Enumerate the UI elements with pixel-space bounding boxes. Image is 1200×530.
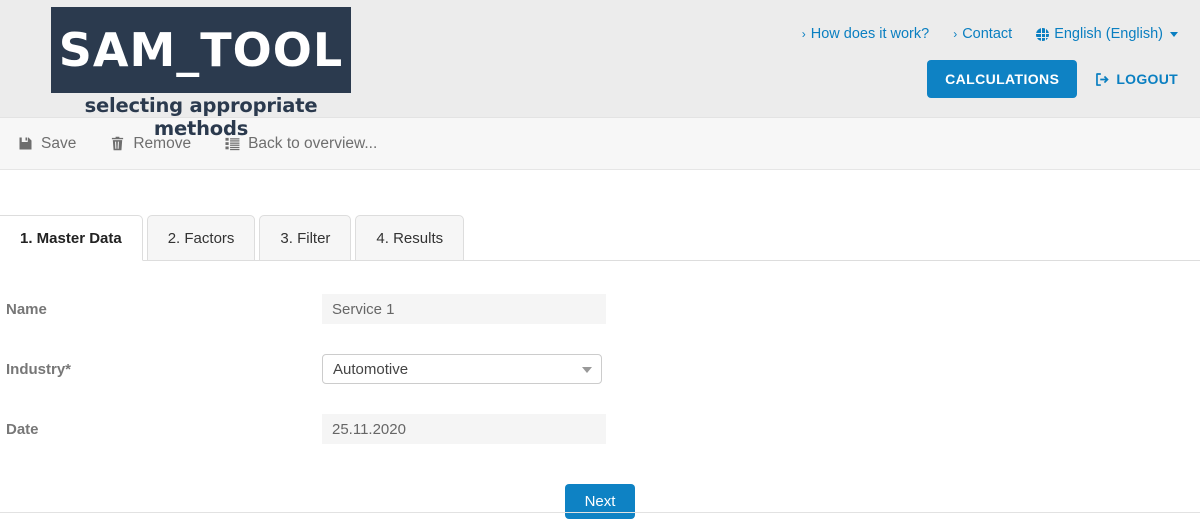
calculations-button[interactable]: CALCULATIONS (927, 60, 1078, 98)
link-label: Contact (962, 26, 1013, 42)
app-logo[interactable]: SAM_TOOL selecting appropriate methods (51, 7, 351, 140)
page-header: SAM_TOOL selecting appropriate methods ›… (0, 0, 1200, 140)
link-contact[interactable]: › Contact (953, 26, 1012, 42)
link-how-does-it-work[interactable]: › How does it work? (802, 26, 929, 42)
chevron-down-icon (1170, 31, 1178, 37)
form-row-date: Date 25.11.2020 (0, 399, 1200, 459)
header-links: › How does it work? › Contact English (E… (802, 26, 1178, 42)
logout-button[interactable]: LOGOUT (1095, 71, 1178, 87)
header-actions: CALCULATIONS LOGOUT (927, 60, 1178, 98)
tab-label: 1. Master Data (20, 229, 122, 247)
floppy-disk-icon (18, 136, 33, 151)
language-label: English (English) (1054, 26, 1163, 42)
tab-filter[interactable]: 3. Filter (259, 215, 352, 261)
tab-label: 2. Factors (167, 229, 235, 247)
name-label: Name (6, 300, 47, 318)
chevron-right-icon: › (801, 27, 806, 41)
industry-select[interactable]: Automotive (322, 354, 602, 384)
logo-title: SAM_TOOL (58, 23, 344, 77)
logo-tagline: selecting appropriate methods (84, 94, 318, 140)
master-data-form: Name Service 1 Industry* Automotive Date… (0, 261, 1200, 519)
form-row-name: Name Service 1 (0, 279, 1200, 339)
sign-out-icon (1095, 72, 1110, 87)
industry-select-wrapper: Automotive (322, 354, 602, 384)
date-field[interactable]: 25.11.2020 (322, 414, 606, 444)
link-label: How does it work? (810, 26, 930, 42)
tab-results[interactable]: 4. Results (355, 215, 465, 261)
industry-label: Industry* (6, 360, 72, 378)
logout-label: LOGOUT (1116, 71, 1178, 87)
chevron-right-icon: › (953, 27, 958, 41)
language-selector[interactable]: English (English) (1036, 26, 1178, 42)
globe-icon (1036, 27, 1050, 41)
tab-label: 4. Results (376, 229, 444, 247)
app-page: SAM_TOOL selecting appropriate methods ›… (0, 0, 1200, 530)
logo-box: SAM_TOOL (51, 7, 351, 93)
bottom-divider (0, 512, 1200, 513)
form-row-industry: Industry* Automotive (0, 339, 1200, 399)
next-button[interactable]: Next (564, 484, 636, 519)
name-field[interactable]: Service 1 (322, 294, 606, 324)
tab-master-data[interactable]: 1. Master Data (0, 215, 143, 261)
tab-factors[interactable]: 2. Factors (146, 215, 256, 261)
tab-label: 3. Filter (280, 229, 331, 247)
wizard-tabs: 1. Master Data 2. Factors 3. Filter 4. R… (0, 215, 1200, 261)
date-label: Date (6, 420, 39, 438)
form-actions: Next (0, 484, 1200, 519)
